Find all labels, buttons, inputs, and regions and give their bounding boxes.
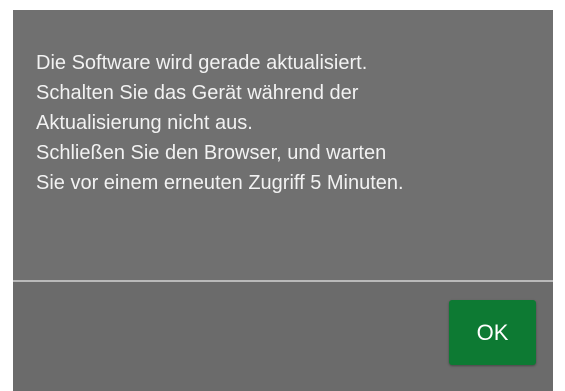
dialog-message: Die Software wird gerade aktualisiert. S…: [13, 10, 553, 280]
message-line: Aktualisierung nicht aus.: [36, 112, 253, 134]
message-line: Schalten Sie das Gerät während der: [36, 82, 359, 104]
message-line: Sie vor einem erneuten Zugriff 5 Minuten…: [36, 172, 404, 194]
message-line: Schließen Sie den Browser, und warten: [36, 142, 387, 164]
message-line: Die Software wird gerade aktualisiert.: [36, 52, 368, 74]
ok-button[interactable]: OK: [449, 300, 536, 365]
